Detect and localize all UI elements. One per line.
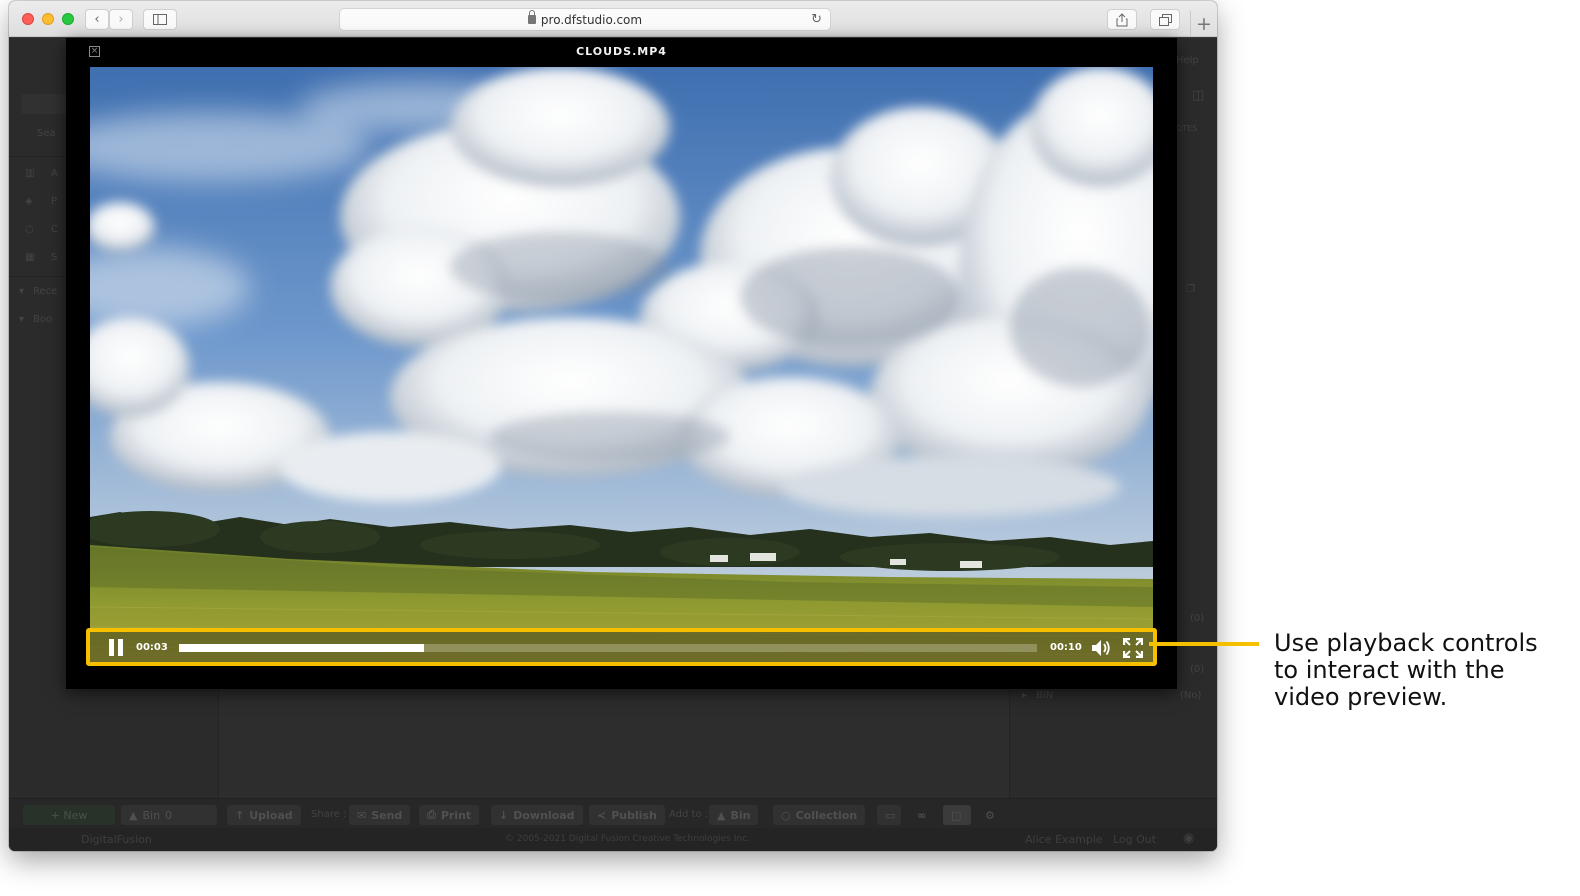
zoom-window-button[interactable] xyxy=(62,13,74,25)
minimize-window-button[interactable] xyxy=(42,13,54,25)
video-title: CLOUDS.MP4 xyxy=(576,45,667,58)
tabs-overview-button[interactable] xyxy=(1150,9,1180,30)
chevron-left-icon: ‹ xyxy=(94,12,100,27)
sidebar-icon xyxy=(153,14,167,25)
new-tab-button[interactable]: + xyxy=(1190,11,1217,37)
duration-time: 00:10 xyxy=(1050,642,1082,653)
current-time: 00:03 xyxy=(136,642,168,653)
chevron-right-icon: › xyxy=(118,12,124,27)
pause-button[interactable] xyxy=(108,639,124,656)
seek-bar[interactable] xyxy=(179,644,1037,652)
lock-icon xyxy=(527,10,536,24)
video-preview-modal: × CLOUDS.MP4 00:03 00:10 xyxy=(66,38,1177,689)
browser-toolbar: ‹ › pro.dfstudio.com ↻ + xyxy=(9,1,1217,37)
fullscreen-icon[interactable] xyxy=(1123,638,1143,658)
tabs-icon xyxy=(1158,13,1172,26)
sidebar-toggle-button[interactable] xyxy=(143,9,177,30)
reload-icon[interactable]: ↻ xyxy=(811,12,822,27)
playback-controls: 00:03 00:10 xyxy=(86,628,1157,666)
share-icon xyxy=(1116,12,1128,26)
close-window-button[interactable] xyxy=(22,13,34,25)
address-bar[interactable]: pro.dfstudio.com ↻ xyxy=(339,8,831,31)
browser-window: ‹ › pro.dfstudio.com ↻ + Sea ▥ A ◈ P ○ C… xyxy=(9,1,1217,851)
callout-leader-line xyxy=(1149,642,1259,646)
screenshot-stage: ‹ › pro.dfstudio.com ↻ + Sea ▥ A ◈ P ○ C… xyxy=(0,0,1580,896)
video-frame[interactable] xyxy=(90,67,1153,662)
volume-icon[interactable] xyxy=(1090,638,1112,658)
callout-text: Use playback controls to interact with t… xyxy=(1274,629,1538,711)
forward-button[interactable]: › xyxy=(109,9,133,30)
share-button[interactable] xyxy=(1107,9,1137,30)
url-text: pro.dfstudio.com xyxy=(540,12,643,27)
seek-bar-progress xyxy=(179,644,424,652)
back-button[interactable]: ‹ xyxy=(85,9,109,30)
plus-icon: + xyxy=(1196,13,1212,35)
video-still-image xyxy=(90,67,1153,662)
